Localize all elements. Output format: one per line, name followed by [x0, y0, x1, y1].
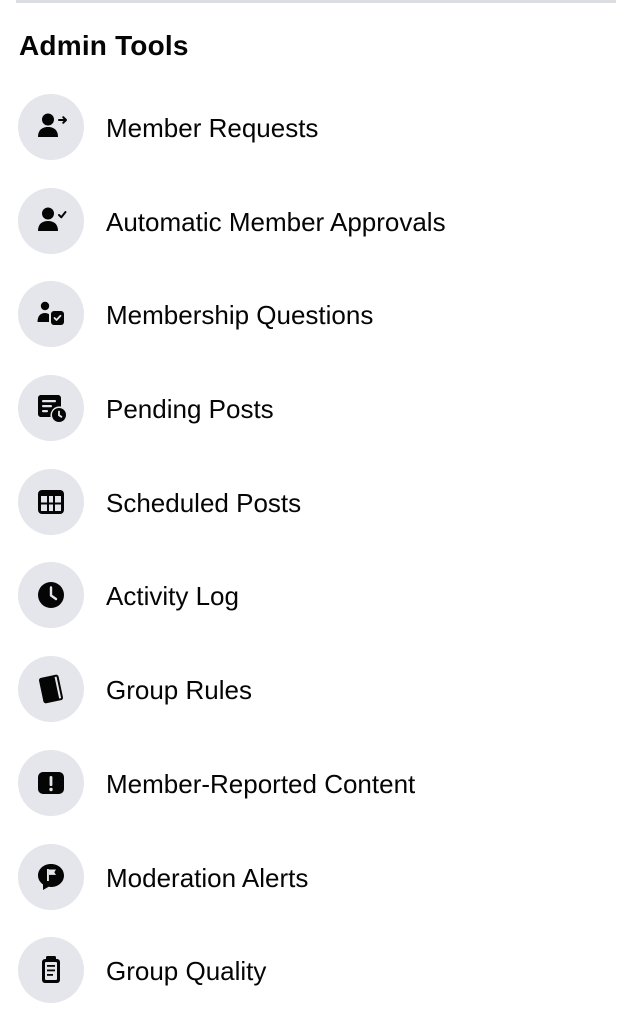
menu-item-label: Moderation Alerts	[106, 862, 309, 893]
menu-item-automatic-member-approvals[interactable]: Automatic Member Approvals	[0, 187, 630, 282]
admin-tools-menu: Member Requests Automatic Member Approva…	[0, 94, 630, 1031]
menu-item-label: Pending Posts	[106, 394, 274, 425]
menu-item-activity-log[interactable]: Activity Log	[0, 562, 630, 656]
menu-item-label: Automatic Member Approvals	[106, 206, 446, 237]
membership-questions-icon	[18, 281, 84, 348]
menu-item-pending-posts[interactable]: Pending Posts	[0, 375, 630, 469]
menu-item-label: Group Quality	[106, 956, 267, 987]
member-approval-icon	[18, 187, 84, 254]
menu-item-member-requests[interactable]: Member Requests	[0, 94, 630, 188]
menu-item-scheduled-posts[interactable]: Scheduled Posts	[0, 468, 630, 563]
menu-item-member-reported-content[interactable]: Member-Reported Content	[0, 749, 630, 844]
clipboard-icon	[18, 937, 84, 1004]
book-icon	[18, 656, 84, 723]
menu-item-label: Scheduled Posts	[106, 487, 302, 518]
menu-item-moderation-alerts[interactable]: Moderation Alerts	[0, 843, 630, 938]
section-title: Admin Tools	[19, 30, 189, 61]
menu-item-label: Group Rules	[106, 675, 252, 706]
menu-item-label: Member Requests	[106, 113, 319, 143]
clock-icon	[18, 562, 84, 629]
pending-posts-icon	[18, 375, 84, 442]
calendar-icon	[18, 468, 84, 535]
menu-item-label: Activity Log	[106, 581, 239, 612]
menu-item-group-quality[interactable]: Group Quality	[0, 937, 630, 1031]
menu-item-membership-questions[interactable]: Membership Questions	[0, 281, 630, 375]
menu-item-group-rules[interactable]: Group Rules	[0, 656, 630, 750]
top-divider	[16, 0, 616, 3]
menu-item-label: Membership Questions	[106, 300, 374, 331]
member-requests-icon	[18, 94, 84, 160]
flag-speech-icon	[18, 843, 84, 910]
menu-item-label: Member-Reported Content	[106, 768, 416, 799]
alert-icon	[18, 749, 84, 816]
